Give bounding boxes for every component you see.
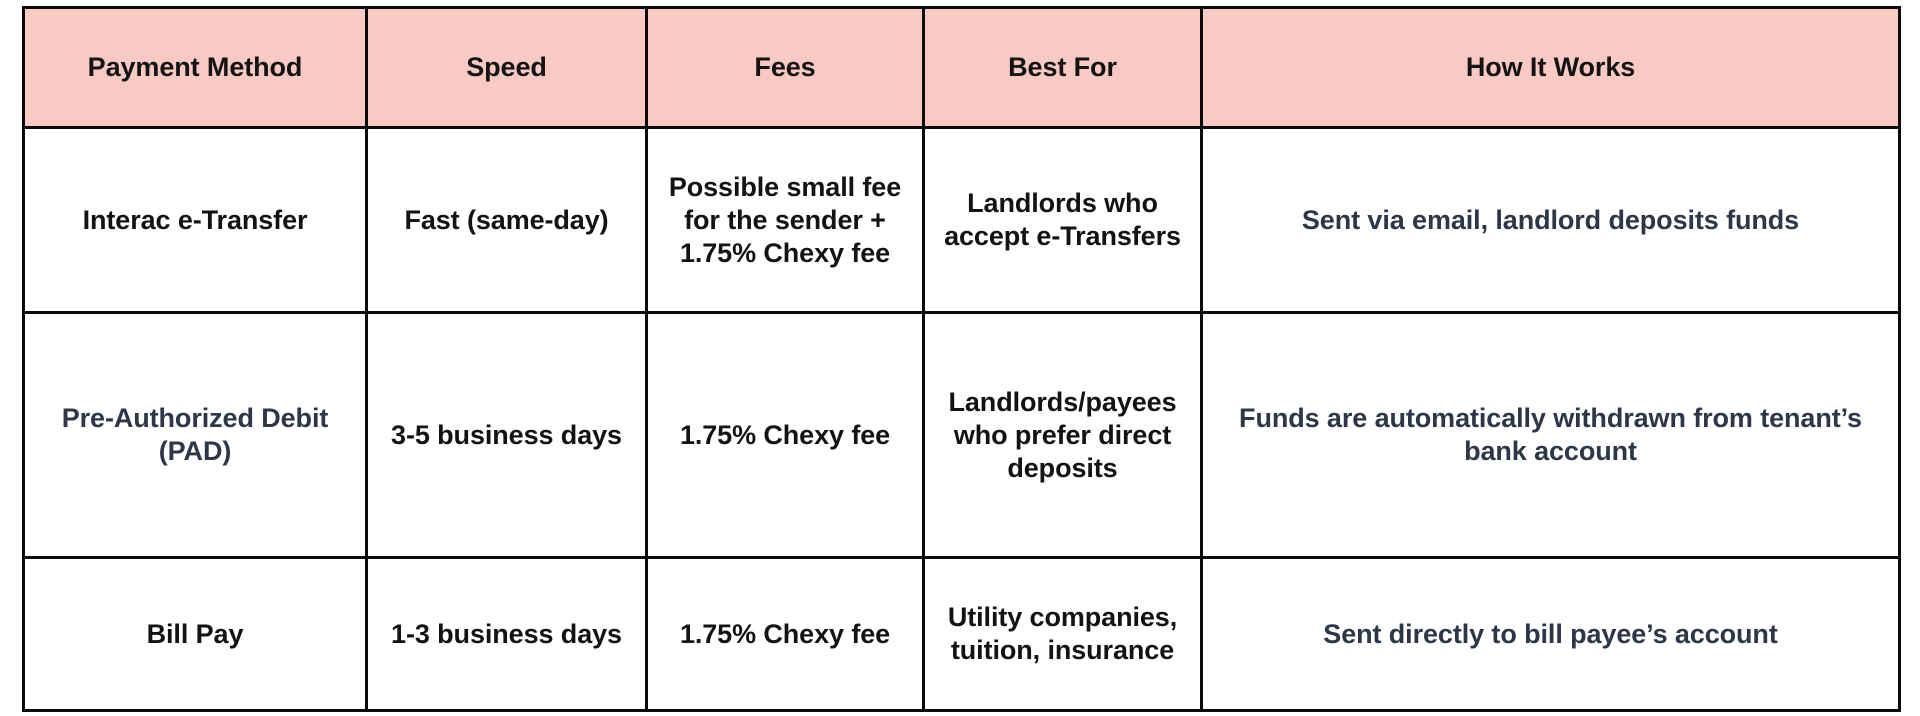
column-header-how-it-works: How It Works — [1200, 6, 1901, 129]
cell-speed: 1-3 business days — [365, 556, 648, 712]
column-header-fees: Fees — [645, 6, 925, 129]
table-body: Interac e-Transfer Fast (same-day) Possi… — [22, 125, 1901, 712]
cell-speed: Fast (same-day) — [365, 125, 648, 315]
column-header-payment-method: Payment Method — [22, 6, 368, 129]
column-header-speed: Speed — [365, 6, 648, 129]
cell-best-for: Utility companies, tuition, insurance — [922, 556, 1203, 712]
header-row: Payment Method Speed Fees Best For How I… — [22, 6, 1901, 129]
table-row: Pre-Authorized Debit (PAD) 3-5 business … — [22, 311, 1901, 560]
cell-speed: 3-5 business days — [365, 311, 648, 560]
cell-payment-method: Pre-Authorized Debit (PAD) — [22, 311, 368, 560]
cell-how-it-works: Sent via email, landlord deposits funds — [1200, 125, 1901, 315]
cell-payment-method: Bill Pay — [22, 556, 368, 712]
payment-methods-comparison-table: Payment Method Speed Fees Best For How I… — [22, 6, 1901, 712]
cell-how-it-works: Funds are automatically withdrawn from t… — [1200, 311, 1901, 560]
table-row: Bill Pay 1-3 business days 1.75% Chexy f… — [22, 556, 1901, 712]
cell-fees: 1.75% Chexy fee — [645, 556, 925, 712]
cell-payment-method: Interac e-Transfer — [22, 125, 368, 315]
cell-best-for: Landlords/payees who prefer direct depos… — [922, 311, 1203, 560]
table-row: Interac e-Transfer Fast (same-day) Possi… — [22, 125, 1901, 315]
table-header: Payment Method Speed Fees Best For How I… — [22, 6, 1901, 129]
table-viewport: Payment Method Speed Fees Best For How I… — [0, 0, 1920, 716]
cell-fees: 1.75% Chexy fee — [645, 311, 925, 560]
cell-fees: Possible small fee for the sender + 1.75… — [645, 125, 925, 315]
column-header-best-for: Best For — [922, 6, 1203, 129]
cell-best-for: Landlords who accept e-Transfers — [922, 125, 1203, 315]
cell-how-it-works: Sent directly to bill payee’s account — [1200, 556, 1901, 712]
